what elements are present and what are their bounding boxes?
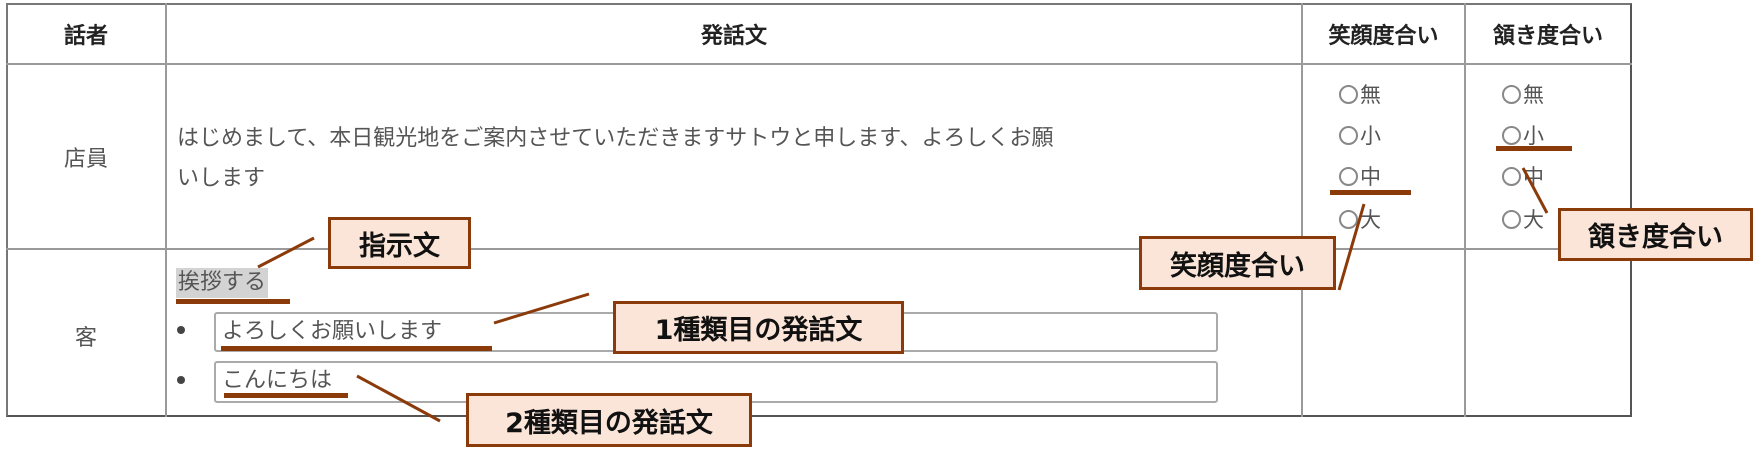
- callout-nod: 頷き度合い: [1558, 208, 1753, 261]
- callout-second-utterance: 2種類目の発話文: [466, 393, 752, 447]
- callout-lines: [257, 167, 1549, 423]
- callout-smile: 笑顔度合い: [1139, 236, 1336, 290]
- callout-first-utterance: 1種類目の発話文: [613, 301, 904, 354]
- callout-instruction: 指示文: [328, 217, 471, 269]
